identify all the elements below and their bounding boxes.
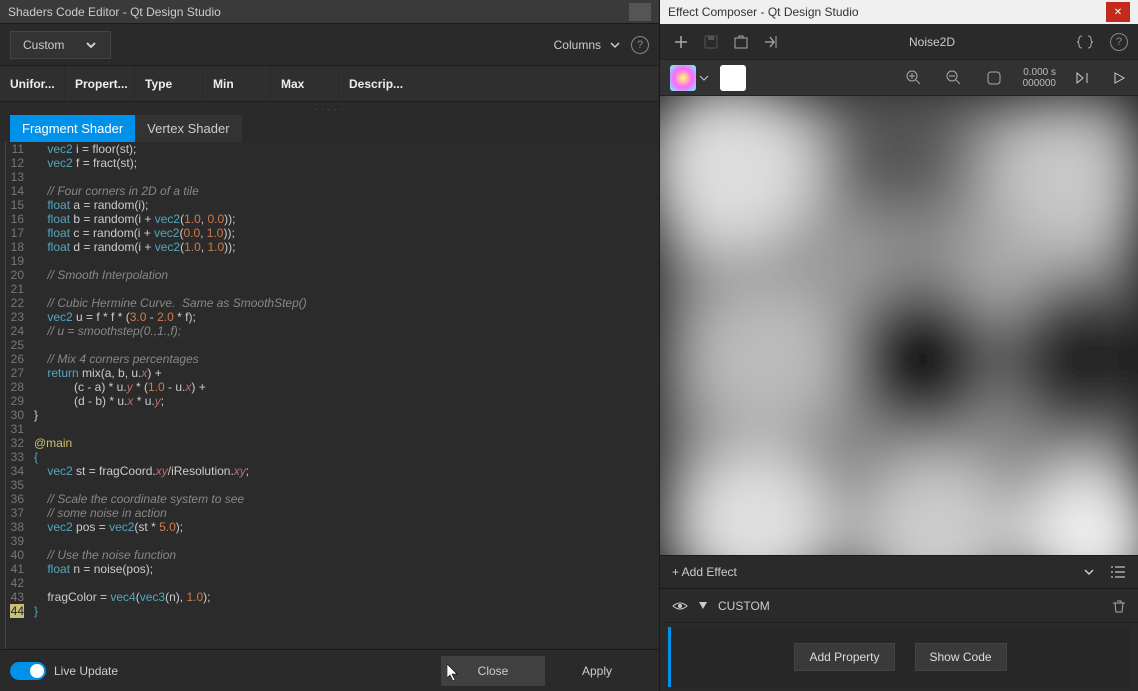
chevron-down-icon — [698, 72, 710, 84]
preview-toolbar: 0.000 s 000000 — [660, 60, 1138, 96]
header-description[interactable]: Descrip... — [339, 66, 659, 101]
shader-tabs: Fragment Shader Vertex Shader — [0, 112, 659, 142]
right-title: Effect Composer - Qt Design Studio — [668, 5, 859, 19]
chevron-down-icon — [609, 39, 621, 51]
live-update-label: Live Update — [54, 664, 118, 678]
splitter-handle[interactable]: . . . . . — [0, 102, 659, 112]
columns-dropdown[interactable]: Columns — [554, 38, 621, 52]
tab-vertex-shader[interactable]: Vertex Shader — [135, 115, 241, 142]
line-number-gutter: 1112131415161718192021222324252627282930… — [6, 142, 28, 649]
preview-viewport[interactable] — [660, 96, 1138, 555]
effect-composer-panel: Effect Composer - Qt Design Studio ✕ Noi… — [660, 0, 1138, 691]
code-content[interactable]: vec2 i = floor(st); vec2 f = fract(st); … — [28, 142, 659, 649]
chevron-down-icon — [1082, 565, 1096, 579]
effect-name: CUSTOM — [718, 599, 770, 613]
left-title-bar: Shaders Code Editor - Qt Design Studio — [0, 0, 659, 24]
noise-preview-image — [660, 96, 1138, 555]
code-braces-icon[interactable] — [1074, 31, 1096, 53]
effect-body: Add Property Show Code — [668, 627, 1130, 687]
document-title: Noise2D — [790, 35, 1074, 49]
zoom-in-icon[interactable] — [903, 67, 925, 89]
background-color-chip[interactable] — [720, 65, 746, 91]
timer-seconds: 0.000 s — [1023, 67, 1056, 78]
columns-label: Columns — [554, 38, 601, 52]
close-button-label: Close — [478, 664, 509, 678]
header-type[interactable]: Type — [135, 66, 203, 101]
preset-thumbnail-icon — [670, 65, 696, 91]
add-effect-row[interactable]: + Add Effect — [660, 555, 1138, 589]
zoom-out-icon[interactable] — [943, 67, 965, 89]
play-icon[interactable] — [1110, 69, 1128, 87]
apply-button[interactable]: Apply — [545, 656, 649, 686]
header-property[interactable]: Propert... — [65, 66, 135, 101]
tab-fragment-shader[interactable]: Fragment Shader — [10, 115, 135, 142]
timer-frames: 000000 — [1023, 78, 1056, 89]
delete-icon[interactable] — [1112, 599, 1126, 613]
custom-dropdown[interactable]: Custom — [10, 31, 111, 59]
property-headers: Unifor... Propert... Type Min Max Descri… — [0, 66, 659, 102]
effects-panel: + Add Effect CUSTOM Add Property Show Co… — [660, 555, 1138, 691]
visibility-icon[interactable] — [672, 600, 688, 612]
list-icon[interactable] — [1110, 564, 1126, 580]
header-max[interactable]: Max — [271, 66, 339, 101]
window-close-button[interactable]: ✕ — [1106, 2, 1130, 22]
save-icon[interactable] — [700, 31, 722, 53]
help-icon[interactable]: ? — [1110, 33, 1128, 51]
expand-icon[interactable] — [698, 601, 708, 611]
apply-button-label: Apply — [582, 664, 612, 678]
add-property-button[interactable]: Add Property — [794, 643, 894, 671]
live-update-toggle[interactable] — [10, 662, 46, 680]
export-icon[interactable] — [760, 31, 782, 53]
shader-toolbar: Custom Columns ? — [0, 24, 659, 66]
header-min[interactable]: Min — [203, 66, 271, 101]
left-title: Shaders Code Editor - Qt Design Studio — [8, 5, 221, 19]
help-icon[interactable]: ? — [631, 36, 649, 54]
header-uniform[interactable]: Unifor... — [0, 66, 65, 101]
show-code-button[interactable]: Show Code — [915, 643, 1007, 671]
close-button[interactable]: Close — [441, 656, 545, 686]
editor-footer: Live Update Close Apply — [0, 649, 659, 691]
composer-toolbar: Noise2D ? — [660, 24, 1138, 60]
code-editor[interactable]: 1112131415161718192021222324252627282930… — [0, 142, 659, 649]
library-icon[interactable] — [730, 31, 752, 53]
add-effect-label: + Add Effect — [672, 565, 737, 579]
add-icon[interactable] — [670, 31, 692, 53]
timer-display: 0.000 s 000000 — [1023, 67, 1056, 89]
cursor-icon — [447, 664, 461, 682]
right-title-bar: Effect Composer - Qt Design Studio ✕ — [660, 0, 1138, 24]
shader-editor-panel: Shaders Code Editor - Qt Design Studio C… — [0, 0, 660, 691]
preview-preset-dropdown[interactable] — [670, 65, 710, 91]
fit-icon[interactable] — [983, 67, 1005, 89]
effect-item-custom[interactable]: CUSTOM — [660, 589, 1138, 623]
restart-icon[interactable] — [1074, 69, 1092, 87]
custom-dropdown-label: Custom — [23, 38, 64, 52]
minimize-button[interactable] — [629, 3, 651, 21]
chevron-down-icon — [84, 38, 98, 52]
